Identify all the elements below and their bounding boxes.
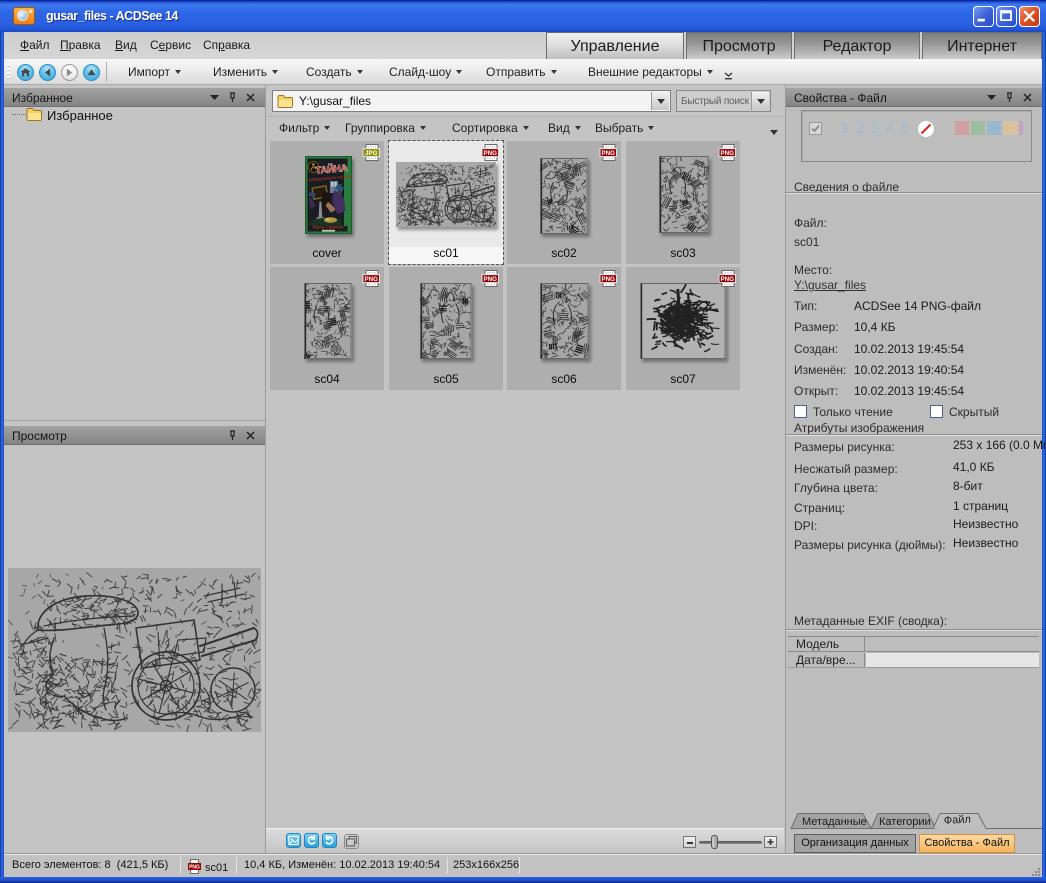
svg-text:PNG: PNG [720, 150, 734, 157]
svg-text:PNG: PNG [364, 276, 378, 283]
svg-text:PNG: PNG [601, 276, 615, 283]
svg-text:PNG: PNG [720, 276, 734, 283]
svg-text:Файл: Файл [944, 814, 972, 827]
svg-text:PNG: PNG [189, 865, 200, 871]
svg-text:Категории: Категории [879, 816, 931, 828]
svg-text:JPG: JPG [365, 150, 378, 157]
svg-text:PNG: PNG [601, 150, 615, 157]
svg-text:PNG: PNG [483, 150, 497, 157]
svg-text:PNG: PNG [483, 276, 497, 283]
svg-text:Метаданные: Метаданные [802, 816, 867, 828]
svg-text:Рауль Стивенс: Рауль Стивенс [313, 226, 345, 231]
